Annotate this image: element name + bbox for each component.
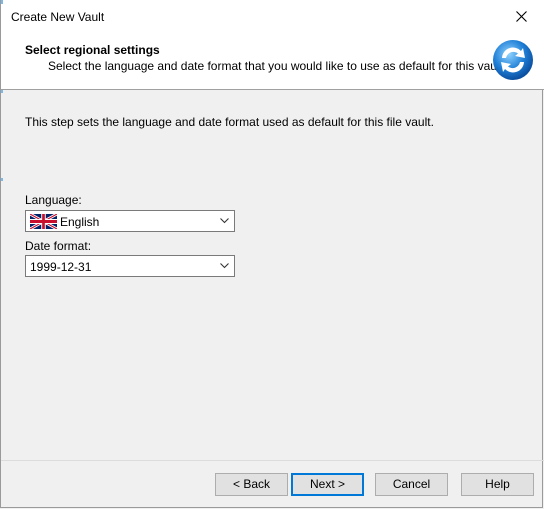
back-button[interactable]: < Back: [215, 473, 288, 496]
date-format-select[interactable]: 1999-12-31: [25, 255, 235, 277]
sync-arrows-icon: [493, 40, 533, 80]
date-format-value: 1999-12-31: [30, 260, 92, 274]
help-button[interactable]: Help: [461, 473, 534, 496]
chevron-down-icon: [220, 218, 229, 224]
chevron-down-icon: [220, 263, 229, 269]
footer-divider: [1, 460, 544, 461]
language-value: English: [60, 215, 100, 229]
close-button[interactable]: [499, 0, 544, 33]
step-subtitle: Select the language and date format that…: [48, 59, 507, 73]
dialog-window: Create New Vault Select regional setting…: [0, 0, 544, 508]
edge-mark: [1, 90, 3, 93]
edge-mark: [1, 178, 3, 181]
language-label: Language:: [25, 193, 82, 207]
cancel-button[interactable]: Cancel: [375, 473, 448, 496]
date-format-label: Date format:: [25, 239, 92, 253]
window-title: Create New Vault: [11, 10, 105, 24]
uk-flag-icon: [30, 214, 57, 229]
language-select[interactable]: English: [25, 210, 235, 232]
next-button[interactable]: Next >: [291, 473, 364, 496]
intro-text: This step sets the language and date for…: [25, 115, 434, 129]
edge-mark: [1, 0, 3, 4]
wizard-header: Select regional settings Select the lang…: [1, 33, 544, 90]
step-title: Select regional settings: [25, 43, 160, 57]
title-bar: Create New Vault: [1, 0, 544, 33]
close-icon: [516, 11, 527, 22]
